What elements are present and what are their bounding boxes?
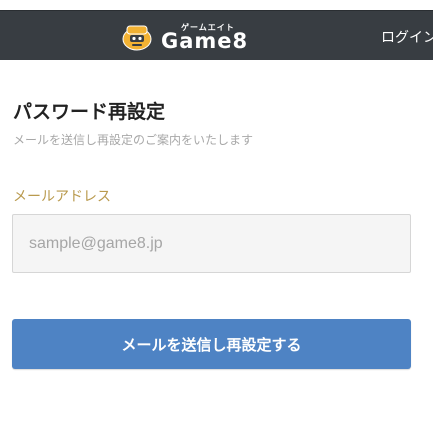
game8-logo-link[interactable]: ゲームエイト Game8: [121, 22, 265, 53]
email-label: メールアドレス: [13, 189, 111, 205]
email-input[interactable]: [12, 214, 411, 273]
site-header: ゲームエイト Game8 ログイン: [0, 10, 433, 60]
send-reset-email-button[interactable]: メールを送信し再設定する: [12, 319, 411, 369]
logo-word: Game8: [161, 29, 249, 53]
game8-mascot-icon: [121, 22, 153, 52]
logo-wordmark: ゲームエイト Game8: [161, 22, 265, 53]
page-title: パスワード再設定: [13, 101, 166, 123]
page-subtitle: メールを送信し再設定のご案内をいたします: [13, 133, 254, 147]
login-link[interactable]: ログイン: [381, 27, 433, 47]
top-strip: [0, 0, 433, 10]
